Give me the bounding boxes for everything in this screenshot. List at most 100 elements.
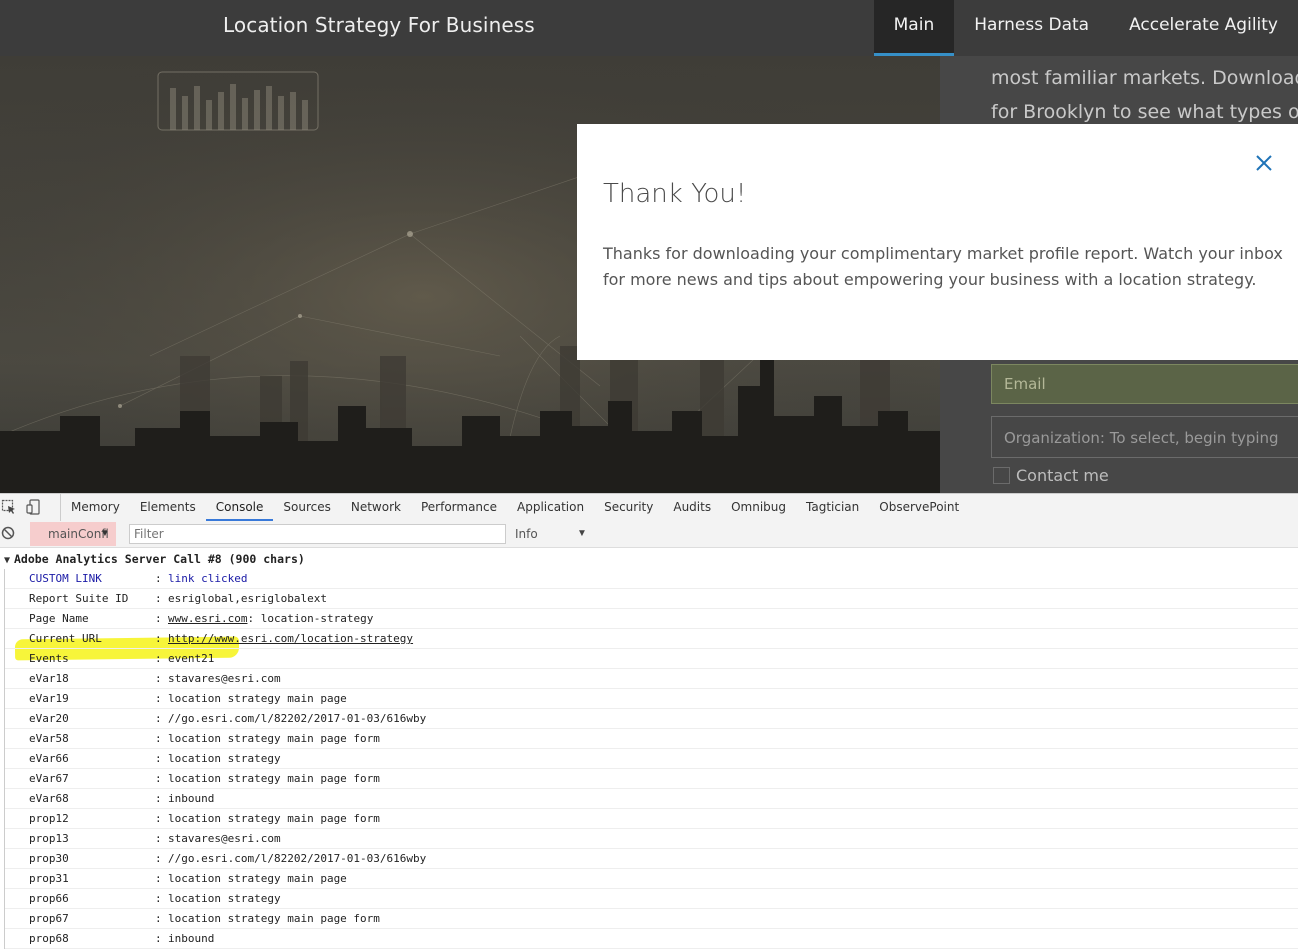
nav-link-accelerate-agility[interactable]: Accelerate Agility: [1109, 0, 1298, 56]
log-row[interactable]: Report Suite ID: esriglobal,esriglobalext: [5, 589, 1298, 609]
tab-application[interactable]: Application: [507, 494, 594, 521]
clear-console-icon[interactable]: [1, 526, 15, 540]
log-rows: CUSTOM LINK: link clicked Report Suite ID:…: [4, 569, 1298, 949]
tab-sources[interactable]: Sources: [273, 494, 340, 521]
log-key: prop30: [29, 852, 69, 865]
log-key: CUSTOM LINK: [29, 572, 102, 585]
log-value: location strategy main page form: [168, 912, 380, 925]
expand-triangle-icon[interactable]: ▼: [0, 551, 14, 570]
log-row[interactable]: prop67: location strategy main page form: [5, 909, 1298, 929]
log-key: prop12: [29, 812, 69, 825]
nav-link-harness-data[interactable]: Harness Data: [954, 0, 1109, 56]
log-key: eVar18: [29, 672, 69, 685]
devtools-panel: Memory Elements Console Sources Network Perfo…: [0, 493, 1298, 949]
tab-omnibug[interactable]: Omnibug: [721, 494, 796, 521]
tab-performance[interactable]: Performance: [411, 494, 507, 521]
log-row[interactable]: eVar66: location strategy: [5, 749, 1298, 769]
log-row[interactable]: eVar67: location strategy main page form: [5, 769, 1298, 789]
log-value: location strategy: [168, 752, 281, 765]
log-value: link clicked: [168, 572, 248, 585]
log-row[interactable]: eVar18: stavares@esri.com: [5, 669, 1298, 689]
log-row[interactable]: eVar68: inbound: [5, 789, 1298, 809]
tab-security[interactable]: Security: [594, 494, 663, 521]
modal-body-text: Thanks for downloading your complimentar…: [603, 244, 1283, 289]
log-group-title: Adobe Analytics Server Call #8 (900 char…: [14, 552, 305, 566]
log-value: inbound: [168, 932, 215, 945]
nav-link-main[interactable]: Main: [873, 0, 955, 56]
devtools-tabs: Memory Elements Console Sources Network Perfo…: [60, 494, 969, 521]
log-row[interactable]: Page Name: www.esri.com: location-strateg…: [5, 609, 1298, 629]
email-field[interactable]: Email: [991, 364, 1298, 404]
log-row[interactable]: Events: event21: [5, 649, 1298, 669]
tab-audits[interactable]: Audits: [663, 494, 721, 521]
intro-text-line-1: most familiar markets. Download a: [991, 67, 1298, 89]
log-separator: :: [155, 672, 162, 685]
device-toolbar-icon[interactable]: [26, 499, 42, 515]
log-value: location strategy main page form: [168, 812, 380, 825]
tab-memory[interactable]: Memory: [61, 494, 130, 521]
log-key: prop13: [29, 832, 69, 845]
log-row[interactable]: prop13: stavares@esri.com: [5, 829, 1298, 849]
log-row[interactable]: prop66: location strategy: [5, 889, 1298, 909]
log-separator: :: [155, 812, 162, 825]
log-value-link[interactable]: http://www.esri.com/location-strategy: [168, 632, 413, 645]
log-separator: :: [155, 852, 162, 865]
log-separator: :: [155, 792, 162, 805]
log-value-rest: : location-strategy: [247, 612, 374, 625]
log-value: event21: [168, 652, 215, 665]
thank-you-modal: Thank You! Thanks for downloading your c…: [577, 124, 1298, 360]
log-key: eVar58: [29, 732, 69, 745]
log-row[interactable]: eVar19: location strategy main page: [5, 689, 1298, 709]
log-key: Current URL: [29, 632, 102, 645]
console-toolbar: mainConfi ▼ Info ▼: [0, 521, 1298, 548]
log-row[interactable]: eVar58: location strategy main page form: [5, 729, 1298, 749]
log-separator: :: [155, 772, 162, 785]
log-row[interactable]: CUSTOM LINK: link clicked: [5, 569, 1298, 589]
log-key: prop31: [29, 872, 69, 885]
log-key: prop66: [29, 892, 69, 905]
log-separator: :: [155, 732, 162, 745]
organization-field[interactable]: Organization: To select, begin typing: [991, 416, 1298, 458]
contact-me-label: Contact me: [1016, 466, 1109, 485]
close-icon[interactable]: [1254, 153, 1274, 173]
inspect-element-icon[interactable]: [1, 499, 17, 515]
tab-console[interactable]: Console: [205, 494, 274, 521]
tab-observepoint[interactable]: ObservePoint: [869, 494, 969, 521]
tab-elements[interactable]: Elements: [130, 494, 206, 521]
log-level-selector[interactable]: Info: [515, 521, 538, 547]
log-row[interactable]: prop12: location strategy main page form: [5, 809, 1298, 829]
log-value: location strategy main page form: [168, 772, 380, 785]
log-key: eVar66: [29, 752, 69, 765]
log-row[interactable]: prop31: location strategy main page: [5, 869, 1298, 889]
log-row[interactable]: Current URL: http://www.esri.com/location…: [5, 629, 1298, 649]
log-value: inbound: [168, 792, 215, 805]
log-row[interactable]: prop30: //go.esri.com/l/82202/2017-01-03/…: [5, 849, 1298, 869]
tab-network[interactable]: Network: [341, 494, 411, 521]
log-group-header[interactable]: ▼ Adobe Analytics Server Call #8 (900 cha…: [0, 550, 305, 569]
log-value: stavares@esri.com: [168, 672, 281, 685]
tab-tagtician[interactable]: Tagtician: [796, 494, 869, 521]
chevron-down-icon: ▼: [100, 528, 110, 539]
log-separator: :: [155, 572, 162, 585]
log-separator: :: [155, 692, 162, 705]
log-value-link[interactable]: www.esri.com: [168, 612, 247, 625]
log-value: //go.esri.com/l/82202/2017-01-03/616wby: [168, 712, 427, 725]
log-row[interactable]: eVar20: //go.esri.com/l/82202/2017-01-03/…: [5, 709, 1298, 729]
contact-me-checkbox[interactable]: [993, 467, 1010, 484]
log-value: location strategy main page: [168, 872, 347, 885]
console-filter-input[interactable]: [129, 524, 506, 544]
level-chevron-down-icon[interactable]: ▼: [577, 521, 587, 547]
log-key: eVar67: [29, 772, 69, 785]
log-separator: :: [155, 912, 162, 925]
log-value: www.esri.com: location-strategy: [168, 609, 373, 628]
log-separator: :: [155, 932, 162, 945]
log-value: //go.esri.com/l/82202/2017-01-03/616wby: [168, 852, 427, 865]
log-value: location strategy main page form: [168, 732, 380, 745]
log-row[interactable]: prop68: inbound: [5, 929, 1298, 949]
modal-title: Thank You!: [603, 179, 747, 209]
log-key: Events: [29, 652, 69, 665]
nav-links: Main Harness Data Accelerate Agility: [873, 0, 1298, 56]
top-navigation-bar: Location Strategy For Business Main Harn…: [0, 0, 1298, 56]
log-separator: :: [155, 832, 162, 845]
site-title[interactable]: Location Strategy For Business: [223, 13, 535, 37]
